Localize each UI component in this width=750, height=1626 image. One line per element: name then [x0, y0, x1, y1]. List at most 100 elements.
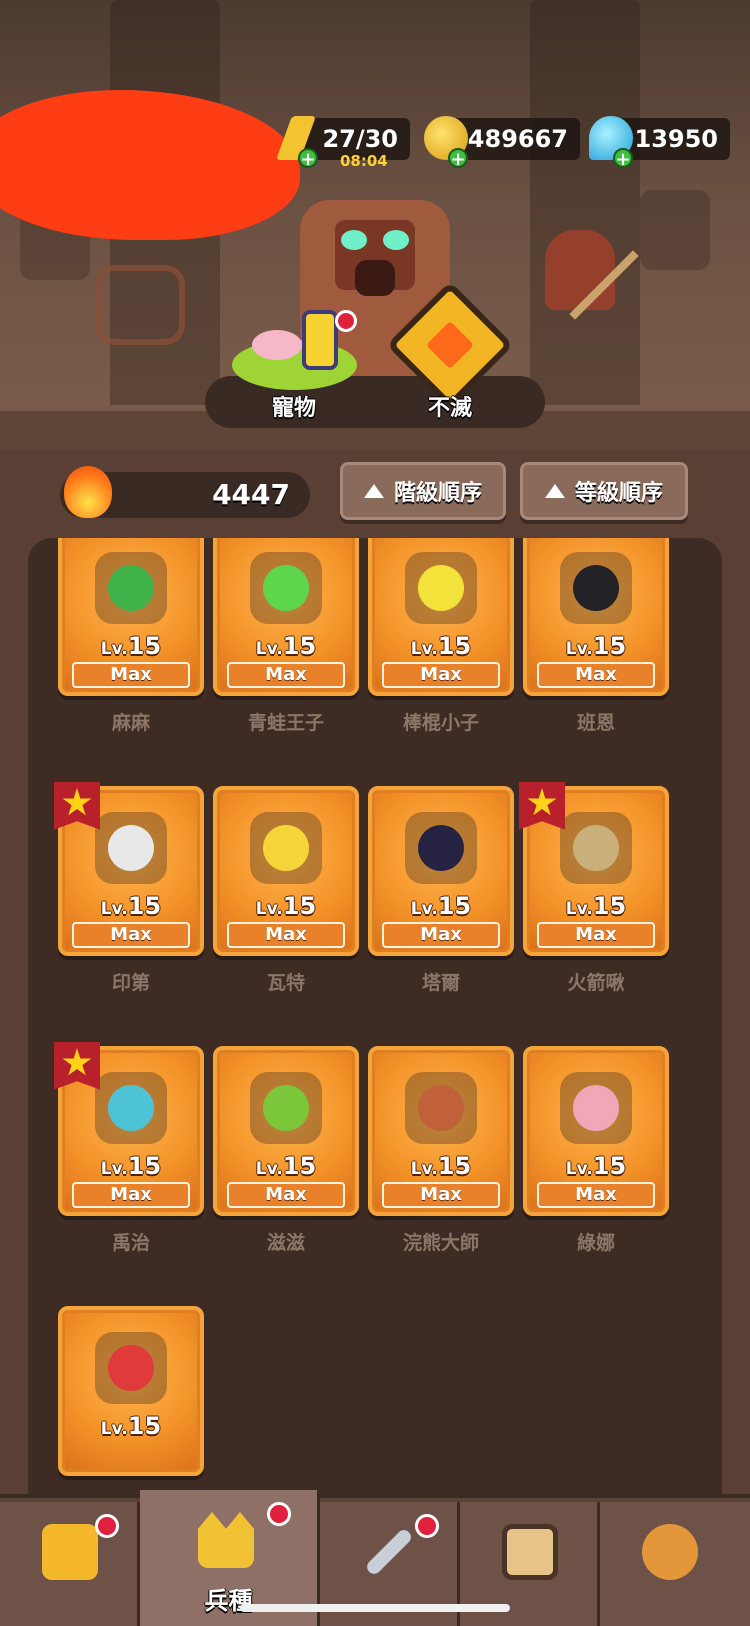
level-prefix: Lv. — [100, 1419, 128, 1439]
level-prefix: Lv. — [100, 899, 128, 919]
level-prefix: Lv. — [100, 639, 128, 659]
notification-dot — [415, 1514, 439, 1538]
home-indicator[interactable] — [240, 1604, 510, 1612]
notification-dot — [335, 310, 357, 332]
wall-carving — [640, 190, 710, 270]
unit-card[interactable]: Lv.15 Max — [368, 786, 514, 956]
unit-avatar-icon — [418, 565, 464, 611]
notification-dot — [267, 1502, 291, 1526]
unit-portrait — [405, 812, 477, 884]
shop-icon — [42, 1524, 98, 1580]
total-power-display: 4447 — [60, 466, 310, 518]
level-number: 15 — [592, 892, 627, 920]
level-prefix: Lv. — [565, 639, 593, 659]
add-gem-icon[interactable]: + — [613, 148, 633, 170]
sort-by-level-button[interactable]: 等級順序 — [520, 462, 688, 520]
swordsman-figure — [545, 230, 615, 310]
unit-avatar-icon — [108, 1345, 154, 1391]
unit-card[interactable]: Lv.15 Max — [58, 538, 204, 696]
max-level-badge: Max — [227, 662, 345, 688]
max-level-badge: Max — [382, 662, 500, 688]
level-number: 15 — [437, 1152, 472, 1180]
max-level-badge: Max — [537, 662, 655, 688]
max-level-badge: Max — [227, 1182, 345, 1208]
sort-by-rank-button[interactable]: 階級順序 — [340, 462, 506, 520]
unit-card[interactable]: Lv.15 Max — [519, 782, 669, 956]
unit-avatar-icon — [263, 565, 309, 611]
potion-jar-icon — [302, 310, 338, 370]
gem-counter[interactable]: + 13950 — [589, 116, 730, 170]
unit-level: Lv.15 — [62, 632, 200, 660]
unit-level: Lv.15 — [372, 892, 510, 920]
level-prefix: Lv. — [410, 899, 438, 919]
power-value: 4447 — [212, 478, 290, 511]
unit-level: Lv.15 — [217, 632, 355, 660]
golem-eye — [383, 230, 409, 250]
favorite-star-icon — [519, 782, 565, 830]
unit-portrait — [560, 552, 632, 624]
tab-shop[interactable] — [0, 1502, 140, 1626]
unit-name: 塔爾 — [421, 972, 460, 994]
level-prefix: Lv. — [255, 639, 283, 659]
unit-card[interactable]: Lv.15 Max — [213, 1046, 359, 1216]
unit-name: 班恩 — [576, 712, 615, 734]
unit-level: Lv.15 — [527, 632, 665, 660]
level-prefix: Lv. — [565, 899, 593, 919]
max-level-badge: Max — [72, 922, 190, 948]
unit-avatar-icon — [108, 565, 154, 611]
unit-avatar-icon — [418, 1085, 464, 1131]
unit-level: Lv.15 — [62, 1152, 200, 1180]
sort-arrow-icon — [363, 484, 384, 498]
level-number: 15 — [282, 1152, 317, 1180]
unit-avatar-icon — [108, 825, 154, 871]
pet-label: 寵物 — [272, 396, 317, 421]
unit-roster-panel[interactable]: Lv.15 Max 麻麻 Lv.15 Max 青蛙王子 Lv.15 Max 棒棍小子 Lv.15 M… — [28, 538, 722, 1498]
level-number: 15 — [282, 892, 317, 920]
level-number: 15 — [282, 632, 317, 660]
unit-card[interactable]: Lv.15 Max — [213, 538, 359, 696]
energy-timer: 08:04 — [340, 152, 388, 170]
unit-name: 青蛙王子 — [247, 712, 324, 734]
unit-level: Lv.15 — [62, 1412, 200, 1440]
unit-card[interactable]: Lv.15 Max — [523, 1046, 669, 1216]
unit-name: 麻麻 — [111, 712, 150, 734]
add-energy-icon[interactable]: + — [298, 148, 318, 170]
unit-portrait — [250, 1072, 322, 1144]
food-icon — [642, 1524, 698, 1580]
crossed-swords-icon — [364, 1527, 414, 1577]
level-number: 15 — [592, 1152, 627, 1180]
unit-name: 棒棍小子 — [402, 712, 479, 734]
unit-card[interactable]: Lv.15 — [58, 1306, 204, 1476]
unit-portrait — [405, 1072, 477, 1144]
unit-name: 浣熊大師 — [402, 1232, 479, 1254]
immortal-label: 不滅 — [428, 396, 473, 421]
unit-level: Lv.15 — [217, 892, 355, 920]
level-prefix: Lv. — [100, 1159, 128, 1179]
unit-portrait — [95, 812, 167, 884]
card-icon — [502, 1524, 558, 1580]
unit-name: 火箭啾 — [567, 972, 625, 994]
unit-name: 禹治 — [111, 1232, 150, 1254]
gold-counter[interactable]: + 489667 — [424, 116, 580, 170]
unit-card[interactable]: Lv.15 Max — [368, 538, 514, 696]
unit-portrait — [405, 552, 477, 624]
level-prefix: Lv. — [410, 639, 438, 659]
unit-card[interactable]: Lv.15 Max — [54, 1042, 204, 1216]
unit-portrait — [250, 552, 322, 624]
unit-avatar-icon — [108, 1085, 154, 1131]
gold-value: 489667 — [467, 125, 568, 153]
unit-level: Lv.15 — [527, 892, 665, 920]
unit-card[interactable]: Lv.15 Max — [54, 782, 204, 956]
gem-value: 13950 — [634, 125, 719, 153]
unit-card[interactable]: Lv.15 Max — [368, 1046, 514, 1216]
unit-card[interactable]: Lv.15 Max — [523, 538, 669, 696]
add-gold-icon[interactable]: + — [448, 148, 468, 170]
axolotl-icon — [252, 330, 302, 360]
unit-name: 綠娜 — [576, 1232, 615, 1254]
flame-icon — [64, 466, 112, 518]
favorite-star-icon — [54, 782, 100, 830]
level-prefix: Lv. — [255, 899, 283, 919]
unit-name: 滋滋 — [266, 1232, 305, 1254]
tab-food[interactable] — [600, 1502, 750, 1626]
unit-card[interactable]: Lv.15 Max — [213, 786, 359, 956]
